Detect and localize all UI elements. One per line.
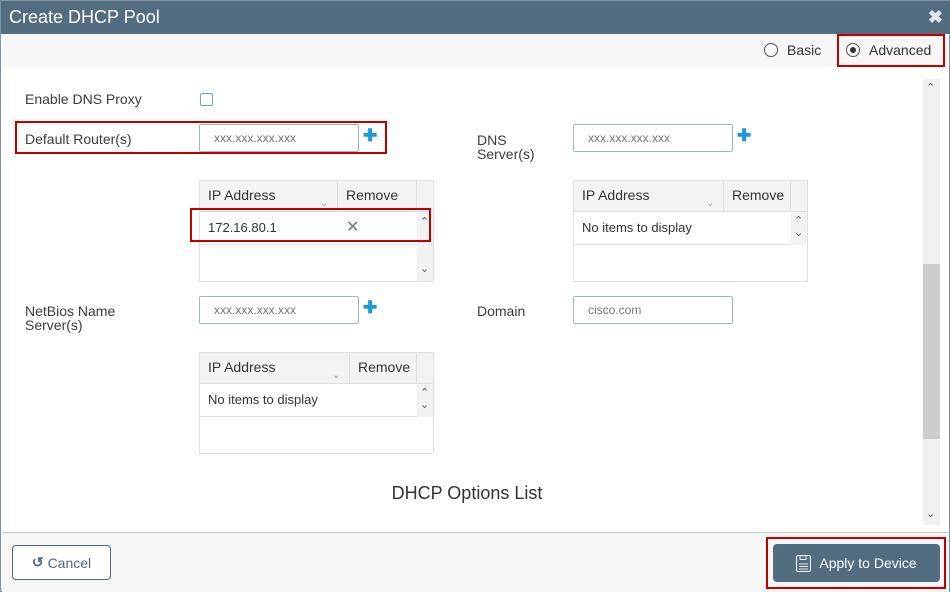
default-router-label: Default Router(s) bbox=[25, 131, 132, 147]
netbios-table: IP Address ⌄ Remove No items to display … bbox=[199, 352, 434, 454]
main-scrollbar[interactable]: ⌃ ⌄ bbox=[923, 79, 940, 525]
radio-advanced[interactable]: Advanced bbox=[846, 42, 931, 58]
router-ip-cell: 172.16.80.1 bbox=[208, 220, 277, 235]
domain-label: Domain bbox=[477, 303, 526, 319]
add-netbios-plus-icon[interactable]: ✚ bbox=[363, 299, 377, 316]
dhcp-options-list-title: DHCP Options List bbox=[391, 483, 543, 503]
scroll-down-icon[interactable]: ⌄ bbox=[926, 507, 935, 520]
dialog-titlebar: Create DHCP Pool ✖ bbox=[1, 1, 950, 34]
remove-column-header: Remove bbox=[723, 181, 791, 212]
scroll-up-icon[interactable]: ⌃ bbox=[926, 81, 935, 94]
remove-column-header: Remove bbox=[337, 181, 417, 212]
empty-message: No items to display bbox=[200, 385, 417, 417]
default-router-table: IP Address ⌄ Remove 172.16.80.1 ✕ ⌃ ⌄ bbox=[199, 180, 434, 282]
dialog-title: Create DHCP Pool bbox=[9, 7, 160, 27]
radio-advanced-circle[interactable] bbox=[846, 43, 860, 57]
ip-address-column-header[interactable]: IP Address ⌄ bbox=[200, 181, 337, 212]
dns-server-input[interactable] bbox=[573, 124, 733, 152]
close-icon[interactable]: ✖ bbox=[928, 7, 943, 28]
radio-advanced-label: Advanced bbox=[869, 42, 932, 58]
table-header: IP Address ⌄ Remove bbox=[200, 353, 433, 384]
ip-address-column-header[interactable]: IP Address ⌄ bbox=[200, 353, 349, 384]
table-scrollbar[interactable]: ⌃ ⌄ bbox=[791, 212, 807, 245]
add-default-router-plus-icon[interactable]: ✚ bbox=[363, 127, 377, 144]
add-dns-server-plus-icon[interactable]: ✚ bbox=[737, 127, 751, 144]
undo-icon: ↺ bbox=[31, 554, 44, 570]
scroll-up-icon[interactable]: ⌃ bbox=[420, 215, 429, 228]
scroll-down-icon[interactable]: ⌄ bbox=[420, 262, 429, 275]
scroll-down-icon[interactable]: ⌄ bbox=[420, 398, 429, 411]
scroll-down-icon[interactable]: ⌄ bbox=[794, 226, 803, 239]
dialog-footer: ↺ Cancel Apply to Device bbox=[2, 532, 949, 592]
dns-servers-label: DNS Server(s) bbox=[477, 132, 535, 162]
table-header: IP Address ⌄ Remove bbox=[574, 181, 807, 212]
remove-column-header: Remove bbox=[349, 353, 417, 384]
enable-dns-proxy-checkbox[interactable] bbox=[200, 93, 213, 106]
remove-x-icon[interactable]: ✕ bbox=[346, 213, 359, 243]
enable-dns-proxy-label: Enable DNS Proxy bbox=[25, 91, 142, 107]
ip-address-column-header[interactable]: IP Address ⌄ bbox=[574, 181, 723, 212]
domain-input[interactable] bbox=[573, 296, 733, 324]
form-content: Enable DNS Proxy Default Router(s) ✚ IP … bbox=[2, 67, 949, 532]
mode-selector: Basic Advanced bbox=[2, 34, 949, 67]
table-row: 172.16.80.1 ✕ bbox=[200, 213, 417, 245]
apply-to-device-button[interactable]: Apply to Device bbox=[773, 544, 940, 582]
cancel-button[interactable]: ↺ Cancel bbox=[12, 545, 111, 580]
radio-basic-label: Basic bbox=[787, 42, 822, 58]
default-router-input[interactable] bbox=[199, 124, 359, 152]
table-scrollbar[interactable]: ⌃ ⌄ bbox=[417, 212, 433, 281]
netbios-label: NetBios Name Server(s) bbox=[25, 303, 116, 333]
empty-message: No items to display bbox=[574, 213, 791, 245]
save-icon bbox=[796, 554, 812, 572]
table-scrollbar[interactable]: ⌃ ⌄ bbox=[417, 384, 433, 417]
dns-servers-table: IP Address ⌄ Remove No items to display … bbox=[573, 180, 808, 282]
scrollbar-thumb[interactable] bbox=[923, 264, 940, 439]
netbios-input[interactable] bbox=[199, 296, 359, 324]
table-header: IP Address ⌄ Remove bbox=[200, 181, 433, 212]
radio-basic[interactable]: Basic bbox=[764, 42, 821, 58]
radio-basic-circle[interactable] bbox=[764, 43, 778, 57]
create-dhcp-pool-dialog: Create DHCP Pool ✖ Basic Advanced Enable… bbox=[0, 0, 950, 592]
